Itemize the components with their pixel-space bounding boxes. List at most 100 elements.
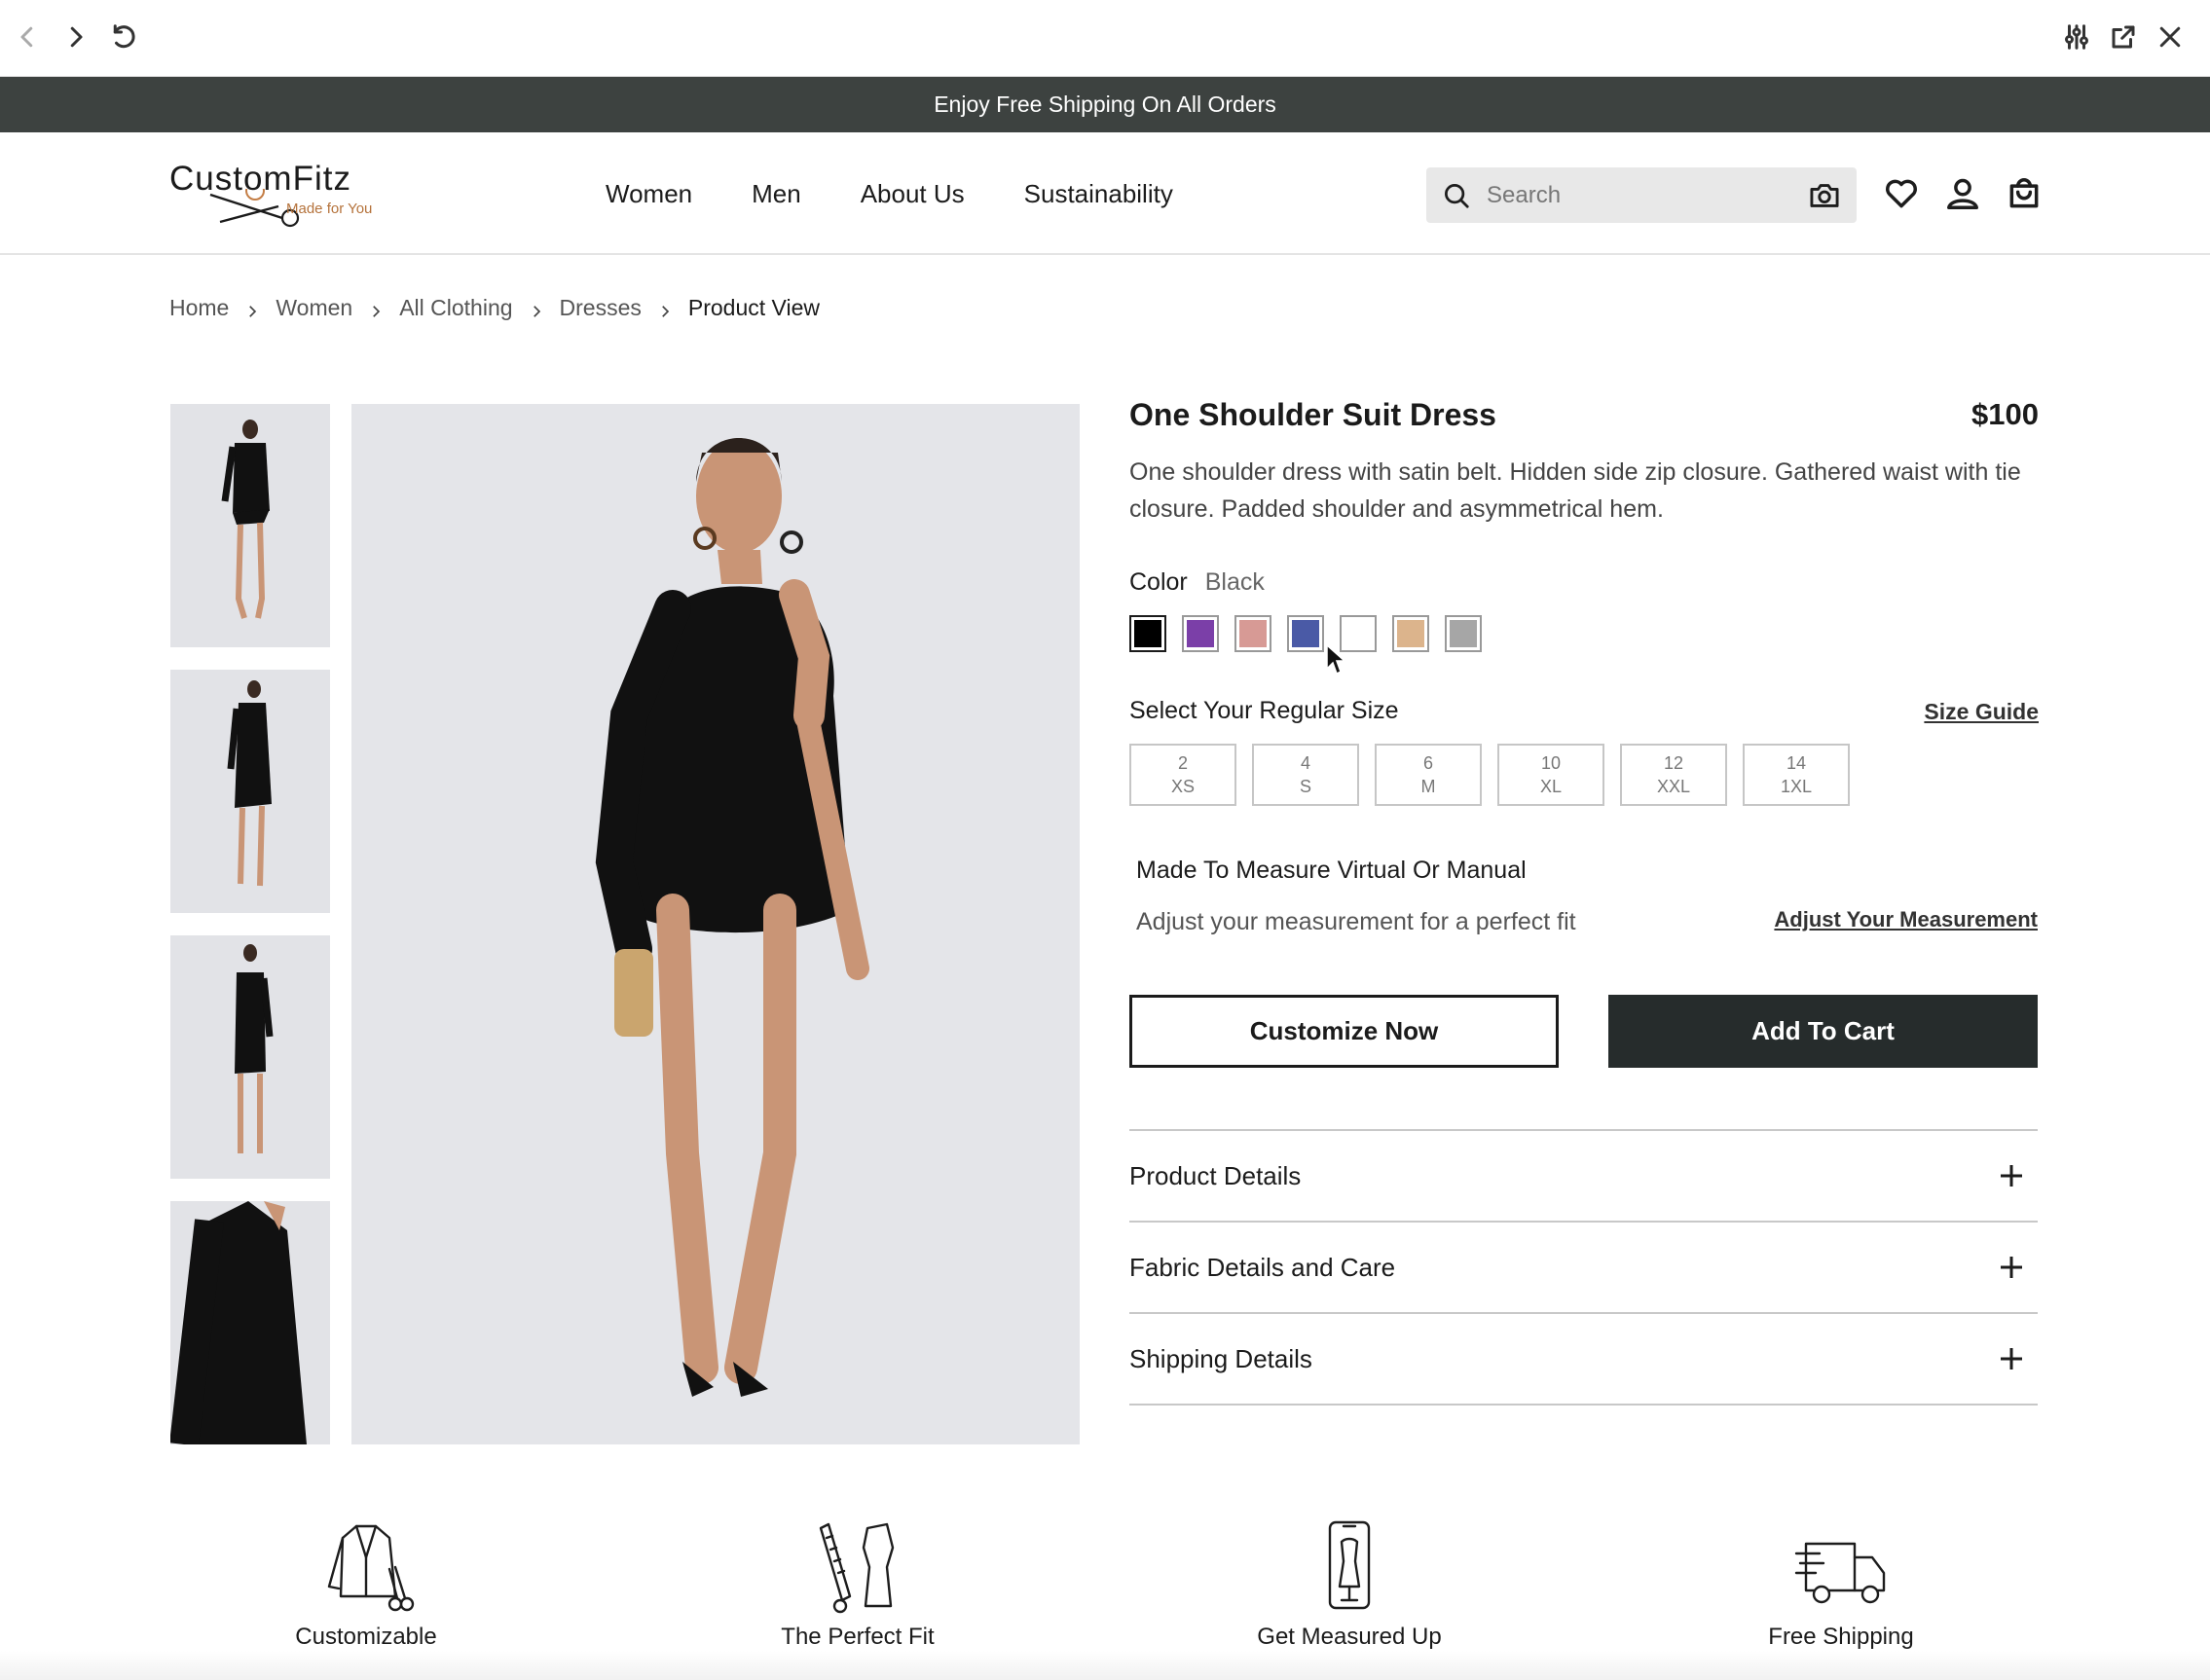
size-option-1xl[interactable]: 14 1XL — [1743, 744, 1850, 806]
mouse-cursor-icon — [1326, 643, 1346, 676]
page-bottom-edge — [0, 1651, 2210, 1680]
size-label: M — [1420, 777, 1436, 796]
announcement-bar: Enjoy Free Shipping On All Orders — [0, 77, 2210, 132]
product-thumbnail-1[interactable] — [170, 404, 330, 647]
camera-icon[interactable] — [1808, 180, 1841, 211]
swatch-pink[interactable] — [1234, 615, 1271, 652]
announcement-text: Enjoy Free Shipping On All Orders — [934, 91, 1276, 117]
breadcrumb-dresses[interactable]: Dresses — [560, 295, 642, 321]
reload-icon[interactable] — [104, 18, 143, 56]
product-thumbnail-3[interactable] — [170, 935, 330, 1179]
size-number: 6 — [1422, 753, 1433, 773]
breadcrumb-current: Product View — [687, 295, 820, 320]
main-nav: Women Men About Us Sustainability — [606, 132, 1233, 255]
size-number: 12 — [1663, 753, 1684, 773]
plus-icon — [1999, 1255, 2024, 1280]
search-input[interactable] — [1487, 181, 1798, 209]
product-title: One Shoulder Suit Dress — [1129, 397, 1496, 432]
color-swatches — [1129, 615, 1497, 652]
browser-toolbar — [0, 0, 2210, 77]
size-option-s[interactable]: 4S — [1252, 744, 1359, 806]
color-selection-label: Color Black — [1129, 568, 1265, 597]
size-number: 10 — [1540, 753, 1562, 773]
accordion-fabric-details[interactable]: Fabric Details and Care — [1129, 1223, 2038, 1314]
jacket-scissors-icon — [317, 1518, 415, 1616]
size-label: XL — [1539, 777, 1563, 796]
swatch-purple[interactable] — [1182, 615, 1219, 652]
size-number: 14 — [1786, 753, 1807, 773]
nav-men[interactable]: Men — [752, 179, 801, 209]
logo-tagline: Made for You — [286, 201, 373, 217]
customize-now-button[interactable]: Customize Now — [1129, 995, 1559, 1068]
nav-women[interactable]: Women — [606, 179, 692, 209]
size-label: 1XL — [1780, 777, 1813, 796]
site-header: CustomFitz Made for You Women Men About … — [0, 132, 2210, 255]
product-thumbnail-2[interactable] — [170, 670, 330, 913]
swatch-black[interactable] — [1129, 615, 1166, 652]
chevron-right-icon — [528, 300, 545, 317]
swatch-gray[interactable] — [1445, 615, 1482, 652]
breadcrumb-women[interactable]: Women — [276, 295, 352, 321]
truck-icon — [1792, 1518, 1890, 1616]
size-option-m[interactable]: 6M — [1375, 744, 1482, 806]
accordion-title: Shipping Details — [1129, 1343, 1312, 1373]
product-price: $100 — [1971, 397, 2039, 431]
size-number: 4 — [1300, 753, 1310, 773]
accordion-title: Fabric Details and Care — [1129, 1252, 1396, 1282]
size-number: 2 — [1177, 753, 1188, 773]
feature-label: Customizable — [295, 1624, 437, 1650]
size-label: S — [1299, 777, 1311, 796]
logo[interactable]: CustomFitz Made for You — [169, 160, 384, 230]
phone-mannequin-icon — [1301, 1518, 1398, 1616]
breadcrumb-home[interactable]: Home — [169, 295, 229, 321]
account-user-icon[interactable] — [1944, 175, 1981, 212]
size-label: XS — [1170, 777, 1195, 796]
feature-label: Free Shipping — [1768, 1624, 1914, 1650]
adjust-measurement-link[interactable]: Adjust Your Measurement — [1774, 907, 2038, 932]
made-to-measure-title: Made To Measure Virtual Or Manual — [1136, 857, 1527, 884]
chevron-right-icon — [243, 300, 261, 317]
main-product-image — [351, 404, 1080, 1444]
plus-icon — [1999, 1163, 2024, 1188]
search-icon[interactable] — [1442, 181, 1471, 210]
feature-perfect-fit: The Perfect Fit — [712, 1518, 1004, 1651]
ruler-dress-form-icon — [809, 1518, 906, 1616]
feature-customizable: Customizable — [220, 1518, 512, 1651]
breadcrumb: Home Women All Clothing Dresses Product … — [169, 295, 820, 321]
color-value: Black — [1204, 568, 1265, 596]
size-options: 2 XS 4S 6M 10 XL 12 XXL 14 1XL — [1129, 744, 1865, 806]
close-icon[interactable] — [2151, 18, 2190, 56]
feature-free-shipping: Free Shipping — [1695, 1518, 1987, 1651]
nav-sustainability[interactable]: Sustainability — [1024, 179, 1173, 209]
size-section-title: Select Your Regular Size — [1129, 697, 1399, 724]
accordion-product-details[interactable]: Product Details — [1129, 1131, 2038, 1223]
nav-about-us[interactable]: About Us — [861, 179, 965, 209]
add-to-cart-button[interactable]: Add To Cart — [1608, 995, 2038, 1068]
made-to-measure-subtitle: Adjust your measurement for a perfect fi… — [1136, 908, 1576, 935]
breadcrumb-all-clothing[interactable]: All Clothing — [399, 295, 512, 321]
product-thumbnail-4[interactable] — [170, 1201, 330, 1444]
accordion-shipping-details[interactable]: Shipping Details — [1129, 1314, 2038, 1406]
size-guide-link[interactable]: Size Guide — [1924, 699, 2039, 725]
accordion-title: Product Details — [1129, 1160, 1302, 1190]
size-option-xxl[interactable]: 12 XXL — [1620, 744, 1727, 806]
size-option-xs[interactable]: 2 XS — [1129, 744, 1236, 806]
plus-icon — [1999, 1346, 2024, 1371]
product-accordion: Product Details Fabric Details and Care … — [1129, 1129, 2038, 1406]
size-label: XXL — [1656, 777, 1691, 796]
open-external-icon[interactable] — [2104, 18, 2143, 56]
swatch-tan[interactable] — [1392, 615, 1429, 652]
shopping-bag-icon[interactable] — [2006, 175, 2043, 212]
swatch-blue[interactable] — [1287, 615, 1324, 652]
settings-sliders-icon[interactable] — [2057, 18, 2096, 56]
feature-get-measured: Get Measured Up — [1203, 1518, 1495, 1651]
search-bar — [1426, 167, 1857, 223]
color-label: Color — [1129, 568, 1188, 596]
feature-label: The Perfect Fit — [781, 1624, 935, 1650]
back-icon[interactable] — [8, 18, 47, 56]
size-option-xl[interactable]: 10 XL — [1497, 744, 1604, 806]
feature-label: Get Measured Up — [1257, 1624, 1442, 1650]
forward-icon[interactable] — [56, 18, 95, 56]
chevron-right-icon — [367, 300, 385, 317]
wishlist-heart-icon[interactable] — [1883, 175, 1920, 212]
